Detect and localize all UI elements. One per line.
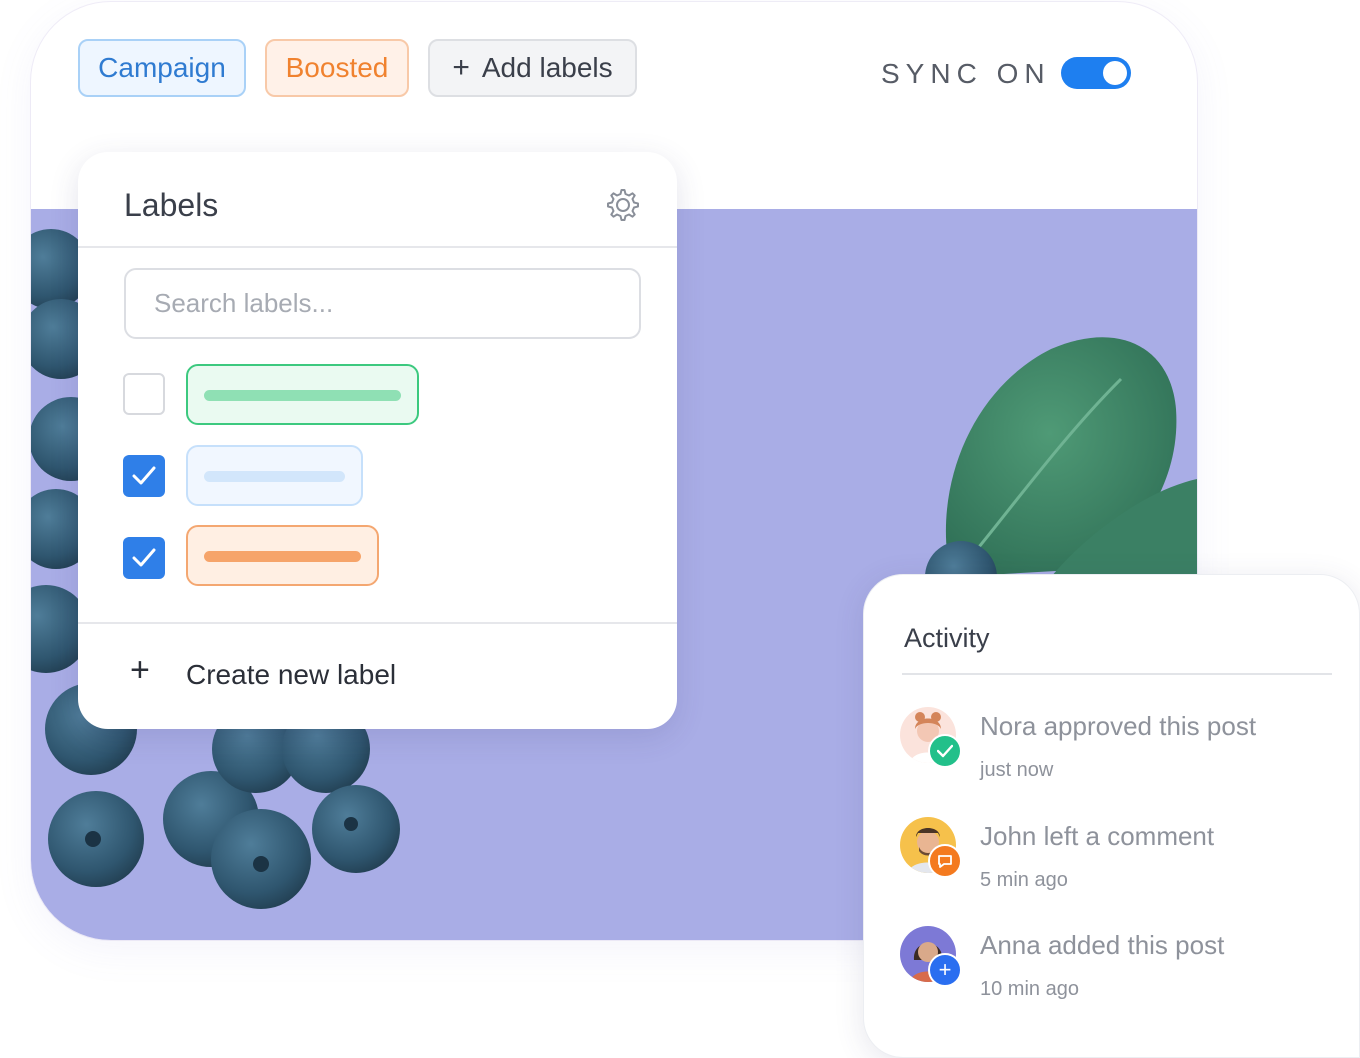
plus-icon: + — [130, 651, 150, 689]
campaign-label-chip[interactable]: Campaign — [78, 39, 246, 97]
sync-status-label: SYNC ON — [881, 58, 1051, 89]
activity-title: Activity — [904, 623, 990, 653]
activity-time: 5 min ago — [980, 869, 1068, 891]
check-icon — [132, 548, 156, 567]
activity-item[interactable]: John left a comment 5 min ago — [900, 817, 1340, 907]
activity-item[interactable]: Nora approved this post just now — [900, 707, 1340, 797]
toggle-knob — [1103, 61, 1127, 85]
plus-icon: + — [928, 953, 962, 987]
label-checkbox-2[interactable] — [123, 455, 165, 497]
create-new-label-text: Create new label — [186, 659, 397, 690]
check-icon — [132, 466, 156, 485]
label-checkbox-3[interactable] — [123, 537, 165, 579]
label-option-green[interactable] — [186, 364, 419, 425]
activity-time: 10 min ago — [980, 978, 1079, 1000]
add-labels-text: Add labels — [481, 52, 613, 83]
add-labels-button[interactable]: + Add labels — [428, 39, 637, 97]
label-option-blue[interactable] — [186, 445, 363, 506]
search-labels-input[interactable] — [124, 268, 641, 339]
label-placeholder-bar — [204, 471, 345, 482]
campaign-label-text: Campaign — [98, 52, 226, 83]
activity-panel: Activity Nora approved this post just no… — [863, 574, 1360, 1058]
comment-icon — [928, 844, 962, 878]
activity-message: John left a comment — [980, 821, 1215, 851]
check-icon — [928, 734, 962, 768]
activity-item[interactable]: + Anna added this post 10 min ago — [900, 926, 1340, 1016]
create-new-label-button[interactable]: + Create new label — [78, 623, 677, 729]
activity-message: Nora approved this post — [980, 711, 1257, 741]
boosted-label-chip[interactable]: Boosted — [265, 39, 409, 97]
plus-icon: + — [452, 51, 470, 84]
labels-panel-divider — [78, 246, 677, 248]
labels-panel-title: Labels — [124, 187, 219, 223]
activity-divider — [902, 673, 1332, 675]
label-option-orange[interactable] — [186, 525, 379, 586]
activity-time: just now — [980, 759, 1054, 781]
activity-message: Anna added this post — [980, 930, 1225, 960]
label-checkbox-1[interactable] — [123, 373, 165, 415]
label-placeholder-bar — [204, 390, 401, 401]
sync-toggle[interactable] — [1061, 57, 1131, 89]
labels-panel: Labels + Create new label — [78, 152, 677, 729]
gear-icon[interactable] — [605, 187, 641, 223]
boosted-label-text: Boosted — [285, 52, 389, 83]
label-placeholder-bar — [204, 551, 361, 562]
